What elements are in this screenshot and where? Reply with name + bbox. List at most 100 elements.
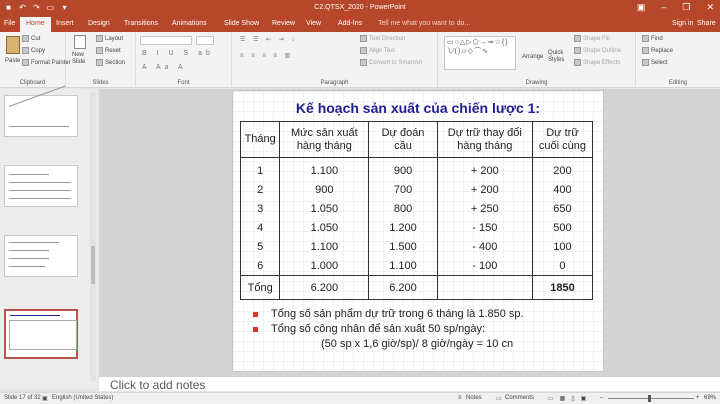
- current-slide[interactable]: Kế hoạch sản xuất của chiến lược 1: Thán…: [232, 90, 604, 372]
- table-row: 4 1.050 1.200 - 150 500: [239, 218, 594, 238]
- restore-icon[interactable]: ❐: [682, 2, 690, 13]
- zoom-level[interactable]: 69%: [704, 395, 716, 401]
- notes-placeholder[interactable]: Click to add notes: [110, 378, 205, 392]
- tab-insert[interactable]: Insert: [56, 20, 74, 27]
- table-cell: 1.100: [279, 237, 370, 257]
- text-direction-button[interactable]: Text Direction: [360, 35, 405, 42]
- close-icon[interactable]: ✕: [706, 2, 714, 13]
- table-cell: + 250: [436, 199, 533, 219]
- table-total-row: Tổng 6.200 6.200 1850: [239, 275, 594, 300]
- mini-table: [9, 320, 77, 350]
- paragraph-label: Paragraph: [320, 80, 349, 86]
- language-status[interactable]: English (United States): [52, 395, 113, 401]
- convert-smartart-button[interactable]: Convert to SmartArt: [360, 59, 422, 66]
- ribbon-display-icon[interactable]: ▣: [637, 2, 646, 13]
- slide-thumbnail-15[interactable]: [4, 165, 78, 207]
- table-cell: 1.100: [279, 157, 370, 181]
- shape-outline-button[interactable]: Shape Outline: [574, 47, 621, 54]
- view-buttons[interactable]: ▭▦▯▣: [548, 395, 592, 402]
- comments-icon[interactable]: ▭: [496, 395, 502, 402]
- arrange-button[interactable]: Arrange: [522, 54, 543, 60]
- new-slide-button[interactable]: New Slide: [72, 52, 94, 66]
- font-format-buttons[interactable]: B I U S ab: [142, 50, 214, 57]
- comments-toggle[interactable]: Comments: [505, 395, 534, 401]
- scissors-icon: [22, 35, 29, 42]
- slide-title[interactable]: Kế hoạch sản xuất của chiến lược 1:: [233, 100, 603, 116]
- search-icon: [642, 35, 649, 42]
- zoom-slider[interactable]: [608, 398, 694, 399]
- thumbnails-scroll-thumb[interactable]: [91, 246, 95, 284]
- slide-bullets[interactable]: Tổng số sản phẩm dự trữ trong 6 tháng là…: [251, 307, 524, 352]
- align-buttons[interactable]: ≡ ≡ ≡ ≡ ▥: [240, 52, 293, 59]
- list-buttons[interactable]: ☰ ☰ ⇤ ⇥ ↕: [240, 36, 297, 43]
- table-cell: 200: [531, 157, 594, 181]
- replace-button[interactable]: Replace: [642, 47, 673, 54]
- table-cell: 1850: [531, 275, 594, 300]
- ribbon-tabs: File Home Insert Design Transitions Anim…: [0, 17, 720, 32]
- header-cell: Dự đoán cầu: [368, 121, 438, 158]
- select-button[interactable]: Select: [642, 59, 668, 66]
- tab-file[interactable]: File: [4, 20, 15, 27]
- tell-me-search[interactable]: Tell me what you want to do...: [378, 20, 470, 27]
- sign-in-link[interactable]: Sign in: [672, 20, 693, 27]
- slide-thumbnail-16[interactable]: [4, 235, 78, 277]
- brush-icon: [22, 59, 29, 66]
- tab-add-ins[interactable]: Add-Ins: [338, 20, 362, 27]
- quick-styles-button[interactable]: Quick Styles: [548, 50, 570, 64]
- paste-button[interactable]: Paste: [5, 58, 20, 64]
- font-size-input[interactable]: [196, 36, 214, 45]
- new-slide-icon[interactable]: [74, 35, 86, 49]
- slide-count: Slide 17 of 32: [4, 395, 41, 401]
- tab-review[interactable]: Review: [272, 20, 295, 27]
- share-button[interactable]: Share: [697, 20, 716, 27]
- cut-button[interactable]: Cut: [22, 35, 40, 42]
- window-controls: ▣ – ❐ ✕: [637, 2, 714, 13]
- thumbnails-scrollbar[interactable]: [90, 92, 96, 382]
- smartart-icon: [360, 59, 367, 66]
- editing-group: Find Replace Select Editing: [636, 32, 720, 88]
- table-cell: - 100: [436, 256, 533, 276]
- tab-animations[interactable]: Animations: [172, 20, 207, 27]
- spellcheck-icon[interactable]: ▣: [42, 395, 48, 402]
- format-painter-button[interactable]: Format Painter: [22, 59, 71, 66]
- reset-button[interactable]: Reset: [96, 47, 121, 54]
- paste-icon[interactable]: [6, 36, 20, 54]
- zoom-in-icon[interactable]: +: [696, 395, 700, 401]
- find-button[interactable]: Find: [642, 35, 663, 42]
- shapes-gallery[interactable]: ▭○△▷⬠→⇒☆{}∖∕()▱◇⌒∿: [444, 36, 516, 70]
- align-text-button[interactable]: Align Text: [360, 47, 395, 54]
- notes-toggle-icon[interactable]: ≡: [458, 395, 462, 401]
- minimize-icon[interactable]: –: [661, 2, 666, 13]
- table-cell: 1: [239, 157, 281, 181]
- shape-effects-button[interactable]: Shape Effects: [574, 59, 620, 66]
- zoom-out-icon[interactable]: –: [600, 395, 603, 401]
- bullet-item: Tổng số công nhân để sản xuất 50 sp/ngày…: [251, 322, 524, 337]
- title-bar: ■ ↶ ↷ ▭ ▾ C2.QTSX_2020 - PowerPoint ▣ – …: [0, 0, 720, 17]
- production-plan-table[interactable]: Tháng Mức sản xuất hàng tháng Dự đoán cầu …: [239, 121, 594, 300]
- replace-icon: [642, 47, 649, 54]
- font-color-buttons[interactable]: A Aa A: [142, 64, 187, 71]
- slide-thumbnail-17[interactable]: [4, 309, 78, 359]
- editing-label: Editing: [668, 80, 688, 86]
- table-cell: Tổng: [239, 275, 281, 300]
- notes-toggle[interactable]: Notes: [466, 395, 482, 401]
- table-cell: - 400: [436, 237, 533, 257]
- layout-button[interactable]: Layout: [96, 35, 123, 42]
- tab-home[interactable]: Home: [20, 17, 51, 32]
- zoom-slider-thumb[interactable]: [648, 395, 651, 402]
- paint-bucket-icon: [574, 35, 581, 42]
- section-button[interactable]: Section: [96, 59, 125, 66]
- table-cell: 700: [368, 180, 438, 200]
- tab-transitions[interactable]: Transitions: [124, 20, 158, 27]
- table-cell: 0: [531, 256, 594, 276]
- table-cell: 800: [368, 199, 438, 219]
- shape-fill-button[interactable]: Shape Fill: [574, 35, 610, 42]
- table-row: 6 1.000 1.100 - 100 0: [239, 256, 594, 276]
- tab-design[interactable]: Design: [88, 20, 110, 27]
- table-cell: + 200: [436, 180, 533, 200]
- copy-button[interactable]: Copy: [22, 47, 45, 54]
- slide-thumbnail-14[interactable]: [4, 85, 78, 137]
- tab-slide-show[interactable]: Slide Show: [224, 20, 259, 27]
- font-name-input[interactable]: [140, 36, 192, 45]
- tab-view[interactable]: View: [306, 20, 321, 27]
